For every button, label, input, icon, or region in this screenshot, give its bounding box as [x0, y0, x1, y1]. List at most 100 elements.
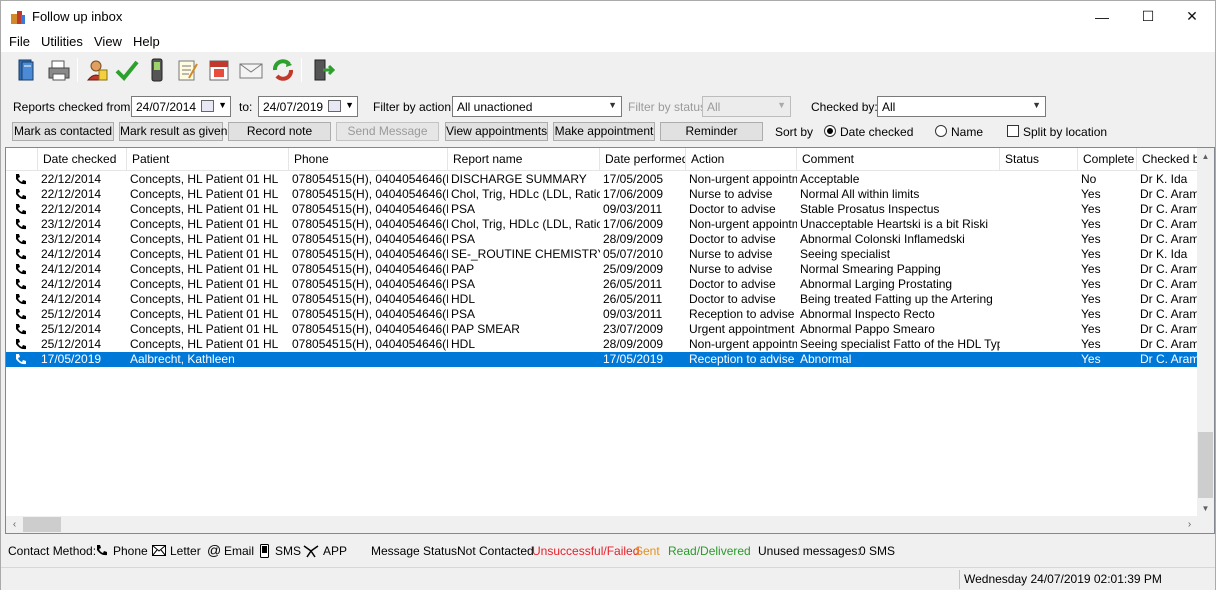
mobile-icon[interactable] [143, 56, 171, 84]
col-complete-header[interactable]: Complete [1078, 148, 1137, 171]
calendar-icon[interactable] [201, 100, 214, 112]
maximize-button[interactable]: ☐ [1125, 1, 1171, 32]
letter-icon[interactable] [237, 56, 265, 84]
horizontal-scrollbar[interactable]: ‹ › [6, 516, 1198, 533]
calendar-icon[interactable] [328, 100, 341, 112]
table-row[interactable]: 24/12/2014 Concepts, HL Patient 01 HL 0780… [6, 292, 1198, 307]
minimize-button[interactable]: — [1079, 1, 1125, 32]
window-title: Follow up inbox [32, 9, 123, 24]
chevron-down-icon[interactable]: ▼ [345, 100, 354, 110]
print-icon[interactable] [45, 56, 73, 84]
table-row[interactable]: 23/12/2014 Concepts, HL Patient 01 HL 0780… [6, 217, 1198, 232]
table-row[interactable]: 24/12/2014 Concepts, HL Patient 01 HL 0780… [6, 262, 1198, 277]
col-date-performed-cell: 26/05/2011 [603, 292, 663, 306]
col-report-name-cell: PSA [451, 232, 476, 246]
table-row[interactable]: 24/12/2014 Concepts, HL Patient 01 HL 0780… [6, 277, 1198, 292]
phone-icon [16, 249, 26, 260]
reports-to-date[interactable]: 24/07/2019 ▼ [258, 96, 358, 117]
col-checked-by-header[interactable]: Checked by [1137, 148, 1198, 171]
col-action-cell: Nurse to advise [689, 187, 773, 201]
vertical-scroll-thumb[interactable] [1198, 432, 1213, 498]
mark-result-given-button[interactable]: Mark result as given [119, 122, 227, 141]
table-row[interactable]: 22/12/2014 Concepts, HL Patient 01 HL 0780… [6, 172, 1198, 187]
scroll-corner [1197, 516, 1214, 533]
table-row[interactable]: 25/12/2014 Concepts, HL Patient 01 HL 0780… [6, 337, 1198, 352]
status-datetime: Wednesday 24/07/2019 02:01:39 PM [959, 570, 1213, 589]
col-report-name-cell: PAP [451, 262, 475, 276]
vertical-scrollbar[interactable]: ▲ ▼ [1197, 148, 1214, 517]
col-comment-cell: Abnormal Colonski Inflamedski [800, 232, 965, 246]
filter-status-select[interactable]: All ▼ [702, 96, 791, 117]
grid-header: Date checked Patient Phone Report name Date … [6, 148, 1198, 171]
table-row[interactable]: 24/12/2014 Concepts, HL Patient 01 HL 0780… [6, 247, 1198, 262]
scroll-up-icon[interactable]: ▲ [1197, 148, 1214, 165]
scroll-left-icon[interactable]: ‹ [6, 516, 23, 533]
menu-help[interactable]: Help [133, 34, 160, 49]
table-row[interactable]: 17/05/2019 Aalbrecht, Kathleen 17/05/2019 R… [6, 352, 1198, 367]
patient-icon[interactable] [83, 56, 111, 84]
col-action-header[interactable]: Action [686, 148, 797, 171]
table-row[interactable]: 25/12/2014 Concepts, HL Patient 01 HL 0780… [6, 307, 1198, 322]
col-complete-cell: Yes [1081, 292, 1101, 306]
table-row[interactable]: 23/12/2014 Concepts, HL Patient 01 HL 0780… [6, 232, 1198, 247]
col-comment-cell: Normal Smearing Papping [800, 262, 941, 276]
col-date-checked-header[interactable]: Date checked [38, 148, 127, 171]
col-comment-header[interactable]: Comment [797, 148, 1000, 171]
view-appointments-button[interactable]: View appointments [445, 122, 548, 141]
refresh-icon[interactable] [269, 56, 297, 84]
follow-up-grid[interactable]: Date checked Patient Phone Report name Date … [5, 147, 1215, 534]
scroll-down-icon[interactable]: ▼ [1197, 500, 1214, 517]
scroll-right-icon[interactable]: › [1181, 516, 1198, 533]
split-by-location-checkbox[interactable] [1007, 125, 1019, 137]
col-status-header[interactable]: Status [1000, 148, 1078, 171]
filter-action-select[interactable]: All unactioned ▼ [452, 96, 622, 117]
menu-utilities[interactable]: Utilities [41, 34, 83, 49]
col-complete-cell: Yes [1081, 337, 1101, 351]
close-button[interactable]: ✕ [1169, 1, 1215, 32]
chevron-down-icon[interactable]: ▼ [218, 100, 227, 110]
col-date-checked-cell: 22/12/2014 [41, 172, 102, 186]
col-status-cell [1000, 202, 1078, 217]
exit-icon[interactable] [309, 56, 337, 84]
col-complete-cell: Yes [1081, 277, 1101, 291]
tick-icon[interactable] [113, 56, 141, 84]
notes-icon[interactable] [173, 56, 201, 84]
send-message-button[interactable]: Send Message [336, 122, 439, 141]
mark-as-contacted-button[interactable]: Mark as contacted [12, 122, 114, 141]
horizontal-scroll-thumb[interactable] [23, 517, 61, 532]
col-comment-cell: Normal All within limits [800, 187, 920, 201]
split-by-location-label[interactable]: Split by location [1023, 125, 1107, 139]
col-phone-cell: 078054515(H), 0404054646(M), ( [292, 277, 448, 291]
checked-by-select[interactable]: All ▼ [877, 96, 1046, 117]
reminder-button[interactable]: Reminder [660, 122, 763, 141]
col-action-cell: Non-urgent appointment [689, 337, 797, 351]
col-phone-header[interactable]: Phone [289, 148, 448, 171]
table-row[interactable]: 25/12/2014 Concepts, HL Patient 01 HL 0780… [6, 322, 1198, 337]
record-note-button[interactable]: Record note [228, 122, 331, 141]
sort-name-radio[interactable] [935, 125, 947, 137]
reports-from-date[interactable]: 24/07/2014 ▼ [131, 96, 231, 117]
sort-date-checked-label[interactable]: Date checked [840, 125, 913, 139]
table-row[interactable]: 22/12/2014 Concepts, HL Patient 01 HL 0780… [6, 187, 1198, 202]
reports-to-label: to: [239, 100, 253, 114]
col-contact-icon[interactable] [6, 148, 38, 171]
sort-name-label[interactable]: Name [951, 125, 983, 139]
make-appointment-button[interactable]: Make appointment [553, 122, 655, 141]
col-checked-by-cell: Dr C. Aram [1140, 337, 1198, 351]
col-status-cell [1000, 247, 1078, 262]
col-patient-cell: Concepts, HL Patient 01 HL [130, 262, 279, 276]
col-action-cell: Non-urgent appointment [689, 172, 797, 186]
col-patient-cell: Concepts, HL Patient 01 HL [130, 172, 279, 186]
menu-file[interactable]: File [9, 34, 30, 49]
col-report-name-header[interactable]: Report name [448, 148, 600, 171]
reports-icon[interactable] [13, 56, 41, 84]
col-date-checked-cell: 17/05/2019 [41, 352, 102, 366]
col-date-performed-header[interactable]: Date performed [600, 148, 686, 171]
calendar-icon[interactable] [205, 56, 233, 84]
table-row[interactable]: 22/12/2014 Concepts, HL Patient 01 HL 0780… [6, 202, 1198, 217]
col-date-checked-cell: 24/12/2014 [41, 277, 102, 291]
sort-date-checked-radio[interactable] [824, 125, 836, 137]
col-patient-header[interactable]: Patient [127, 148, 289, 171]
message-status-label: Message Status: [371, 544, 461, 558]
menu-view[interactable]: View [94, 34, 122, 49]
